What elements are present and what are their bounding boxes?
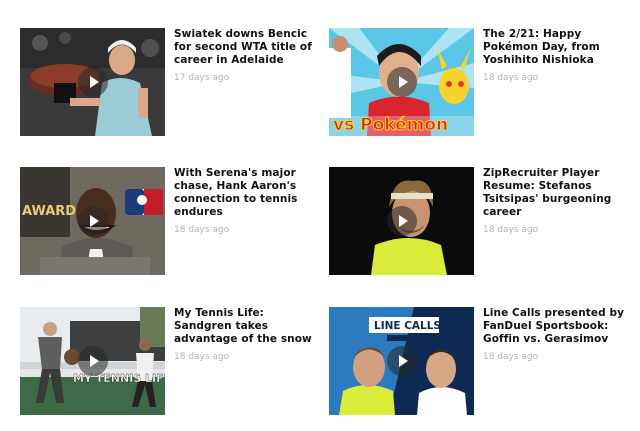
video-thumbnail[interactable]: LINE CALLS: [329, 307, 474, 415]
video-date: 18 days ago: [174, 225, 230, 235]
play-icon[interactable]: [77, 67, 108, 97]
video-meta: ZipRecruiter Player Resume: Stefanos Tsi…: [483, 167, 625, 235]
video-title[interactable]: Swiatek downs Bencic for second WTA titl…: [174, 28, 316, 67]
video-date: 18 days ago: [483, 225, 539, 235]
video-card[interactable]: LINE CALLS Line Calls presented by FanDu…: [329, 307, 629, 417]
play-icon[interactable]: [386, 206, 417, 236]
video-meta: The 2/21: Happy Pokémon Day, from Yoshih…: [483, 28, 625, 83]
video-card[interactable]: ZipRecruiter Player Resume: Stefanos Tsi…: [329, 167, 629, 277]
video-title[interactable]: The 2/21: Happy Pokémon Day, from Yoshih…: [483, 28, 625, 67]
play-icon[interactable]: [386, 67, 417, 97]
video-date: 17 days ago: [174, 73, 230, 83]
video-meta: My Tennis Life: Sandgren takes advantage…: [174, 307, 316, 362]
video-title[interactable]: Line Calls presented by FanDuel Sportsbo…: [483, 307, 625, 346]
video-card[interactable]: vs Pokémon The 2/21: Happy Pokémon Day, …: [329, 28, 629, 138]
video-date: 18 days ago: [174, 352, 230, 362]
video-title[interactable]: ZipRecruiter Player Resume: Stefanos Tsi…: [483, 167, 625, 219]
video-thumbnail[interactable]: [329, 167, 474, 275]
thumbnail-text: AWARD: [22, 204, 76, 219]
video-grid: Swiatek downs Bencic for second WTA titl…: [0, 0, 640, 431]
video-thumbnail[interactable]: AWARD: [20, 167, 165, 275]
video-date: 18 days ago: [483, 352, 539, 362]
video-card[interactable]: MY TENNIS LIFE My Tennis Life: Sandgren …: [20, 307, 320, 417]
play-icon[interactable]: [77, 206, 108, 236]
video-meta: Line Calls presented by FanDuel Sportsbo…: [483, 307, 625, 362]
thumbnail-text: vs Pokémon: [333, 115, 448, 135]
play-icon[interactable]: [77, 346, 108, 376]
play-icon[interactable]: [386, 346, 417, 376]
video-card[interactable]: Swiatek downs Bencic for second WTA titl…: [20, 28, 320, 138]
video-title[interactable]: With Serena's major chase, Hank Aaron's …: [174, 167, 316, 219]
video-card[interactable]: AWARD With Serena's major chase, Hank Aa…: [20, 167, 320, 277]
video-thumbnail[interactable]: vs Pokémon: [329, 28, 474, 136]
video-title[interactable]: My Tennis Life: Sandgren takes advantage…: [174, 307, 316, 346]
video-thumbnail[interactable]: [20, 28, 165, 136]
video-meta: With Serena's major chase, Hank Aaron's …: [174, 167, 316, 235]
video-date: 18 days ago: [483, 73, 539, 83]
video-meta: Swiatek downs Bencic for second WTA titl…: [174, 28, 316, 83]
video-thumbnail[interactable]: MY TENNIS LIFE: [20, 307, 165, 415]
thumbnail-text: LINE CALLS: [374, 320, 441, 332]
